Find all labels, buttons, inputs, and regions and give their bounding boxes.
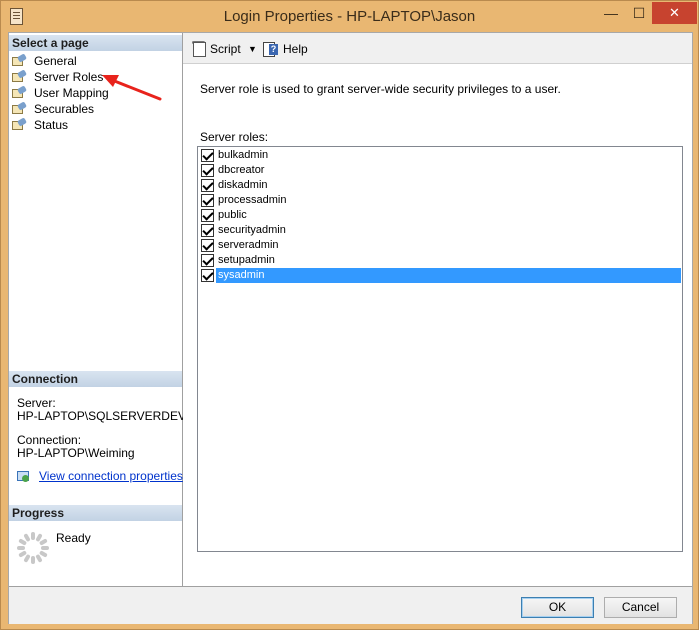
- page-icon: [12, 69, 27, 82]
- script-label: Script: [210, 42, 241, 56]
- list-item[interactable]: securityadmin: [199, 223, 681, 238]
- page-description: Server role is used to grant server-wide…: [200, 82, 561, 96]
- role-checkbox[interactable]: [201, 164, 214, 177]
- connection-label: Connection:: [17, 433, 82, 447]
- script-button[interactable]: Script ▼: [192, 41, 262, 57]
- role-checkbox[interactable]: [201, 239, 214, 252]
- maximize-button[interactable]: ☐: [626, 2, 652, 24]
- role-checkbox[interactable]: [201, 179, 214, 192]
- help-button[interactable]: ? Help: [263, 41, 313, 57]
- server-roles-label: Server roles:: [200, 130, 269, 144]
- role-name: sysadmin: [216, 268, 681, 283]
- help-label: Help: [283, 42, 308, 56]
- list-item-selected[interactable]: sysadmin: [199, 268, 681, 283]
- script-icon: [192, 41, 206, 57]
- list-item[interactable]: diskadmin: [199, 178, 681, 193]
- list-item[interactable]: setupadmin: [199, 253, 681, 268]
- connection-value: HP-LAPTOP\Weiming: [17, 446, 135, 460]
- server-roles-list[interactable]: bulkadmin dbcreator diskadmin processadm…: [197, 146, 683, 552]
- role-name: bulkadmin: [218, 149, 269, 161]
- progress-status: Ready: [56, 531, 91, 545]
- list-item[interactable]: dbcreator: [199, 163, 681, 178]
- role-checkbox[interactable]: [201, 209, 214, 222]
- role-checkbox[interactable]: [201, 149, 214, 162]
- dialog-client-area: Select a page General Server Roles User …: [8, 32, 693, 624]
- page-item-label: Status: [34, 118, 69, 132]
- progress-spinner-icon: [17, 532, 49, 564]
- list-item[interactable]: processadmin: [199, 193, 681, 208]
- role-name: dbcreator: [218, 164, 265, 176]
- page-item-label: Securables: [34, 102, 95, 116]
- left-pane: Select a page General Server Roles User …: [9, 33, 186, 586]
- page-icon: [12, 53, 27, 66]
- role-name: serveradmin: [218, 239, 279, 251]
- role-name: public: [218, 209, 247, 221]
- title-bar[interactable]: Login Properties - HP-LAPTOP\Jason — ☐ ✕: [1, 1, 698, 32]
- role-checkbox[interactable]: [201, 224, 214, 237]
- progress-header: Progress: [9, 505, 182, 521]
- role-name: processadmin: [218, 194, 287, 206]
- help-icon: ?: [263, 41, 279, 57]
- role-checkbox[interactable]: [201, 194, 214, 207]
- select-page-header: Select a page: [9, 35, 182, 51]
- role-checkbox[interactable]: [201, 254, 214, 267]
- list-item[interactable]: bulkadmin: [199, 148, 681, 163]
- connection-header: Connection: [9, 371, 182, 387]
- window-title: Login Properties - HP-LAPTOP\Jason: [223, 8, 476, 25]
- login-properties-window: Login Properties - HP-LAPTOP\Jason — ☐ ✕…: [0, 0, 699, 630]
- view-connection-properties-link[interactable]: View connection properties: [39, 469, 183, 483]
- chevron-down-icon[interactable]: ▼: [248, 41, 257, 57]
- role-name: securityadmin: [218, 224, 286, 236]
- page-icon: [12, 117, 27, 130]
- page-icon: [12, 85, 27, 98]
- page-icon: [12, 101, 27, 114]
- cancel-button[interactable]: Cancel: [604, 597, 677, 618]
- page-item-label: Server Roles: [34, 70, 104, 84]
- role-name: setupadmin: [218, 254, 275, 266]
- page-item-label: General: [34, 54, 77, 68]
- server-label: Server:: [17, 396, 56, 410]
- close-button[interactable]: ✕: [652, 2, 697, 24]
- list-item[interactable]: public: [199, 208, 681, 223]
- list-item[interactable]: serveradmin: [199, 238, 681, 253]
- minimize-button[interactable]: —: [596, 2, 626, 24]
- connection-properties-icon: [17, 471, 30, 482]
- ok-button[interactable]: OK: [521, 597, 594, 618]
- server-roles-page: Server role is used to grant server-wide…: [183, 64, 692, 586]
- button-bar: OK Cancel: [9, 586, 692, 624]
- toolbar: Script ▼ ? Help: [183, 33, 692, 64]
- role-checkbox[interactable]: [201, 269, 214, 282]
- page-item-label: User Mapping: [34, 86, 109, 100]
- role-name: diskadmin: [218, 179, 268, 191]
- server-value: HP-LAPTOP\SQLSERVERDEV: [17, 409, 186, 423]
